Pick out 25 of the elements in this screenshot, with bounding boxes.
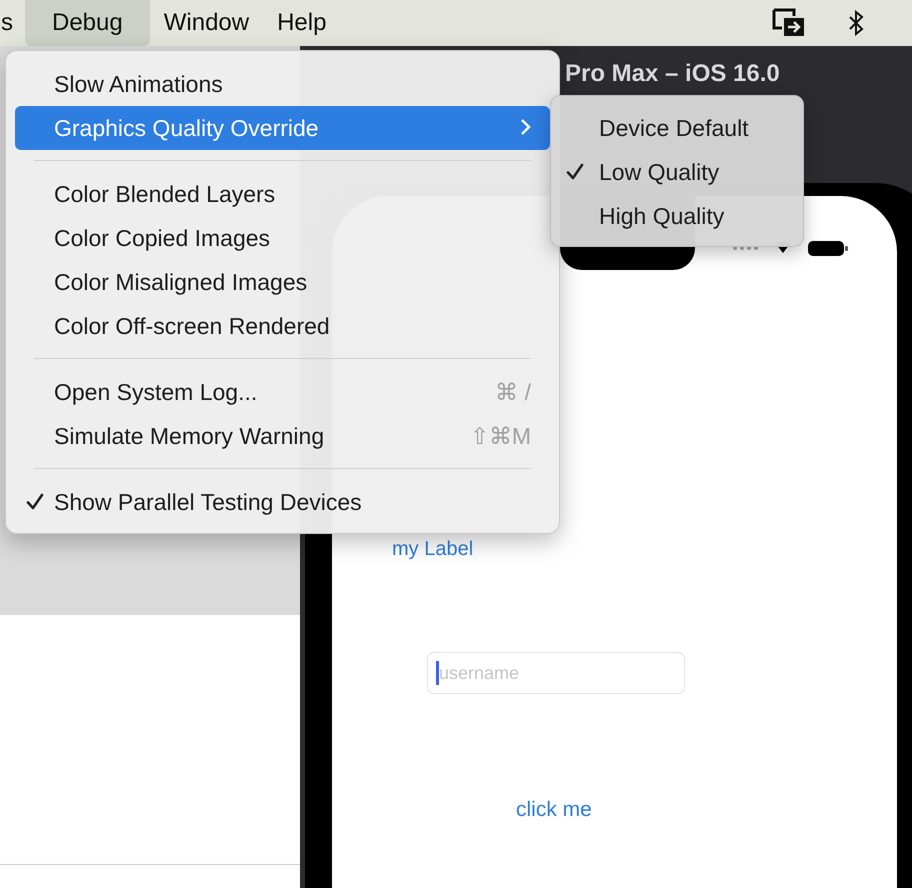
- menu-item[interactable]: Graphics Quality Override: [15, 106, 550, 150]
- menu-title[interactable]: Help: [263, 0, 340, 46]
- menu-item[interactable]: Slow Animations: [15, 62, 550, 106]
- menu-item[interactable]: Simulate Memory Warning ⇧⌘M: [15, 414, 550, 458]
- menu-item[interactable]: Device Default: [551, 106, 803, 150]
- bluetooth-icon[interactable]: [848, 10, 864, 36]
- menu-item[interactable]: Open System Log... ⌘ /: [15, 370, 550, 414]
- checkmark-icon: [24, 492, 44, 512]
- menu-title[interactable]: s: [0, 0, 25, 46]
- menu-item[interactable]: Show Parallel Testing Devices: [15, 480, 550, 524]
- menu-title[interactable]: Window: [150, 0, 264, 46]
- battery-icon: [808, 241, 848, 256]
- menu-item[interactable]: Color Off-screen Rendered: [15, 304, 550, 348]
- menu-title[interactable]: Debug: [25, 0, 150, 46]
- menu-item[interactable]: Color Blended Layers: [15, 172, 550, 216]
- window-title: Pro Max – iOS 16.0: [565, 60, 780, 88]
- menu-item[interactable]: Color Misaligned Images: [15, 260, 550, 304]
- label-text: my Label: [392, 538, 474, 561]
- menu-item[interactable]: Low Quality: [551, 150, 803, 194]
- chevron-right-icon: [520, 118, 532, 136]
- menu-item[interactable]: Color Copied Images: [15, 216, 550, 260]
- screen-mirroring-icon[interactable]: [772, 7, 806, 39]
- checkmark-icon: [565, 162, 585, 182]
- menu-item[interactable]: High Quality: [551, 194, 803, 238]
- click-me-button[interactable]: click me: [516, 798, 592, 822]
